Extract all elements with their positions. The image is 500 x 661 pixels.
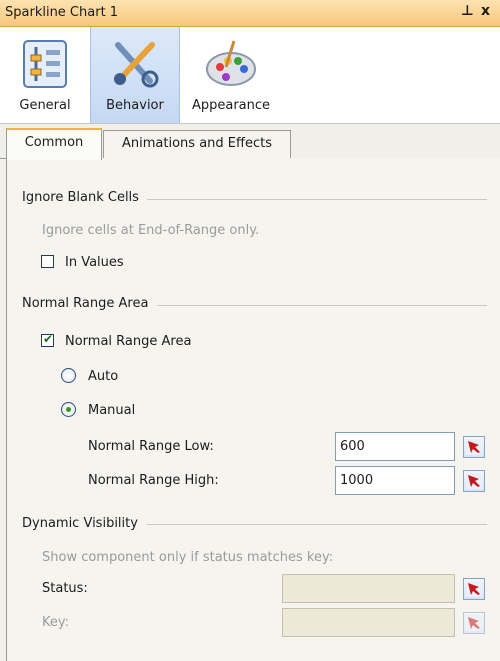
- radio-selected-dot: [66, 407, 71, 412]
- dynamic-visibility-heading: Dynamic Visibility: [22, 516, 138, 531]
- general-properties-icon: [23, 40, 67, 88]
- section-divider: [147, 524, 487, 525]
- close-icon[interactable]: x: [481, 3, 490, 19]
- section-divider: [147, 199, 487, 200]
- normal-range-low-label: Normal Range Low:: [88, 439, 214, 454]
- window-title: Sparkline Chart 1: [5, 5, 119, 20]
- tab-strip: Common Animations and Effects: [0, 125, 500, 160]
- auto-radio[interactable]: [61, 368, 76, 383]
- cell-select-arrow-icon: [466, 615, 482, 631]
- behavior-button-label: Behavior: [106, 98, 164, 113]
- behavior-tools-icon: [114, 42, 159, 88]
- manual-radio[interactable]: [61, 402, 76, 417]
- checkmark-icon: ✔: [43, 332, 54, 346]
- appearance-button-label: Appearance: [191, 98, 271, 113]
- general-button-label: General: [19, 98, 71, 113]
- normal-range-high-label: Normal Range High:: [88, 473, 219, 488]
- normal-range-low-input[interactable]: 600: [335, 432, 455, 461]
- cell-selector-button: [463, 612, 485, 634]
- cell-selector-button[interactable]: [463, 578, 485, 600]
- key-label: Key:: [42, 615, 70, 630]
- behavior-button[interactable]: Behavior: [90, 27, 180, 123]
- in-values-label: In Values: [65, 255, 124, 270]
- normal-range-checkbox-label: Normal Range Area: [65, 334, 192, 349]
- status-label: Status:: [42, 581, 88, 596]
- appearance-button[interactable]: Appearance: [183, 27, 279, 123]
- manual-radio-label: Manual: [88, 403, 136, 418]
- normal-range-heading: Normal Range Area: [22, 296, 149, 311]
- tab-animations-and-effects[interactable]: Animations and Effects: [103, 130, 291, 158]
- palette-icon: [206, 40, 256, 86]
- dynamic-visibility-hint: Show component only if status matches ke…: [42, 550, 334, 565]
- status-input[interactable]: [282, 574, 455, 603]
- section-divider: [157, 305, 487, 306]
- cell-select-arrow-icon: [466, 473, 482, 489]
- normal-range-high-input[interactable]: 1000: [335, 466, 455, 495]
- pin-icon[interactable]: ⊥: [461, 3, 474, 19]
- cell-select-arrow-icon: [466, 581, 482, 597]
- cell-selector-button[interactable]: [463, 470, 485, 492]
- general-button[interactable]: General: [0, 27, 90, 123]
- title-bar: Sparkline Chart 1 ⊥ x: [0, 0, 500, 27]
- cell-select-arrow-icon: [466, 439, 482, 455]
- cell-selector-button[interactable]: [463, 436, 485, 458]
- normal-range-checkbox[interactable]: ✔: [41, 332, 54, 347]
- key-input: [282, 608, 455, 637]
- ignore-blank-hint: Ignore cells at End-of-Range only.: [42, 223, 260, 238]
- common-settings-panel: Ignore Blank Cells Ignore cells at End-o…: [6, 158, 500, 661]
- tab-common[interactable]: Common: [6, 128, 102, 160]
- ignore-blank-heading: Ignore Blank Cells: [22, 190, 139, 205]
- category-toolbar: General Behavior Appearance: [0, 27, 500, 124]
- in-values-checkbox[interactable]: [41, 255, 54, 268]
- auto-radio-label: Auto: [88, 369, 119, 384]
